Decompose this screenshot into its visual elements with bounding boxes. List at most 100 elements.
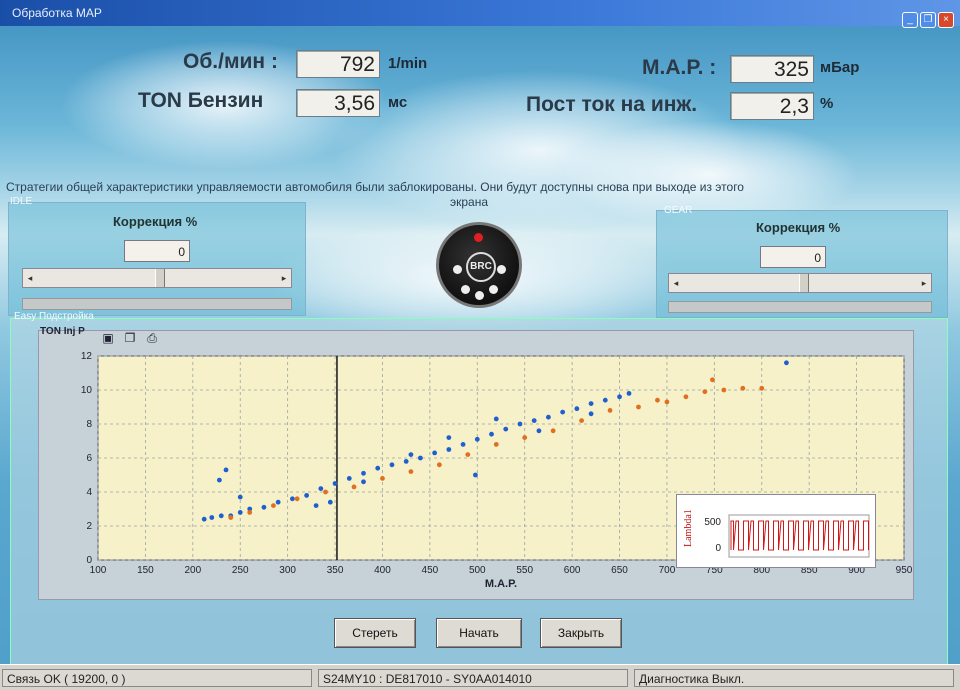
- data-point-blue: [237, 510, 243, 515]
- led-icon: [453, 265, 462, 274]
- y-tick-label: 0: [86, 555, 92, 566]
- scroll-left-icon[interactable]: ◂: [23, 269, 37, 287]
- data-point-blue: [237, 494, 243, 500]
- data-point-blue: [560, 409, 566, 415]
- data-point-blue: [446, 447, 452, 452]
- data-point-orange: [228, 515, 234, 520]
- map-unit: мБар: [820, 59, 860, 76]
- x-tick-label: 650: [611, 565, 628, 576]
- x-axis-label: M.A.P.: [485, 578, 517, 590]
- data-point-orange: [664, 399, 670, 405]
- erase-button[interactable]: Стереть: [334, 618, 416, 648]
- close-icon[interactable]: ×: [938, 12, 954, 28]
- title-bar: Обработка MAP _ ❐ ×: [0, 0, 960, 28]
- data-point-blue: [375, 465, 381, 471]
- data-point-blue: [503, 426, 509, 432]
- data-point-orange: [380, 476, 385, 481]
- data-point-blue: [574, 406, 580, 412]
- data-point-orange: [702, 389, 708, 395]
- data-point-blue: [602, 397, 608, 403]
- data-point-orange: [740, 385, 746, 391]
- x-tick-label: 150: [137, 565, 154, 576]
- data-point-blue: [318, 486, 324, 491]
- idle-panel-title: IDLE: [10, 196, 33, 207]
- data-point-blue: [588, 411, 594, 417]
- rpm-value: 792: [296, 50, 380, 78]
- data-point-blue: [460, 442, 466, 447]
- y-tick-label: 8: [86, 419, 92, 430]
- close-button[interactable]: Закрыть: [540, 618, 622, 648]
- lambda-tick-label: 0: [715, 543, 721, 554]
- data-point-orange: [721, 387, 727, 393]
- lambda-label: Lambda1: [683, 509, 694, 547]
- data-point-blue: [361, 470, 366, 476]
- data-point-blue: [432, 450, 438, 456]
- x-tick-label: 550: [516, 565, 533, 576]
- ton-value: 3,56: [296, 89, 380, 117]
- y-tick-label: 6: [86, 453, 92, 464]
- ton-label: TON Бензин: [138, 89, 264, 112]
- status-led-icon: [474, 233, 483, 242]
- lock-message-tail: экрана: [450, 195, 489, 209]
- x-tick-label: 450: [422, 565, 439, 576]
- data-point-orange: [493, 442, 499, 447]
- data-point-blue: [517, 421, 523, 427]
- ton-unit: мс: [388, 94, 408, 111]
- led-icon: [475, 291, 484, 300]
- easy-tuning-title: Easy Подстройка: [14, 311, 94, 322]
- data-point-blue: [588, 401, 594, 406]
- slider-thumb[interactable]: [799, 274, 809, 292]
- idle-correction-slider[interactable]: ◂ ▸: [22, 268, 292, 288]
- x-tick-label: 700: [659, 565, 676, 576]
- data-point-blue: [332, 481, 338, 486]
- data-point-blue: [418, 455, 423, 461]
- idle-correction-value[interactable]: 0: [124, 240, 190, 262]
- save-icon[interactable]: ▣: [100, 330, 116, 346]
- data-point-blue: [493, 416, 499, 422]
- x-tick-label: 950: [896, 565, 912, 576]
- inj-label: Пост ток на инж.: [526, 93, 698, 116]
- gear-correction-value[interactable]: 0: [760, 246, 826, 268]
- gear-correction-slider[interactable]: ◂ ▸: [668, 273, 932, 293]
- data-point-blue: [536, 428, 542, 434]
- minimize-icon[interactable]: _: [902, 12, 918, 28]
- y-tick-label: 2: [86, 521, 92, 532]
- map-label: M.A.P. :: [642, 56, 717, 79]
- data-point-blue: [304, 493, 310, 498]
- print-icon[interactable]: ⎙: [144, 330, 160, 346]
- gear-correction-label: Коррекция %: [756, 220, 841, 235]
- slider-thumb[interactable]: [155, 269, 165, 287]
- data-point-orange: [436, 462, 442, 468]
- led-icon: [489, 285, 498, 294]
- idle-button-strip[interactable]: [22, 298, 292, 310]
- restore-icon[interactable]: ❐: [920, 12, 936, 28]
- scroll-left-icon[interactable]: ◂: [669, 274, 683, 292]
- scroll-right-icon[interactable]: ▸: [277, 269, 291, 287]
- lambda-tick-label: 500: [704, 517, 721, 528]
- rpm-unit: 1/min: [388, 55, 428, 72]
- data-point-blue: [626, 391, 632, 396]
- data-point-blue: [472, 472, 478, 478]
- gear-button-strip[interactable]: [668, 301, 932, 313]
- y-tick-label: 10: [81, 385, 93, 396]
- y-tick-label: 12: [81, 351, 93, 362]
- status-ident: S24MY10 : DE817010 - SY0AA014010: [318, 669, 628, 687]
- data-point-blue: [389, 462, 395, 468]
- data-point-blue: [446, 435, 452, 440]
- chart-label: TON Inj P: [40, 326, 85, 337]
- data-point-blue: [531, 418, 537, 423]
- data-point-orange: [323, 489, 328, 495]
- main-window: Обработка MAP _ ❐ × Об./мин : 792 1/min …: [0, 0, 960, 690]
- copy-icon[interactable]: ❐: [122, 330, 138, 346]
- start-button[interactable]: Начать: [436, 618, 522, 648]
- inj-value: 2,3: [730, 92, 814, 120]
- status-bar: Связь OK ( 19200, 0 ) S24MY10 : DE817010…: [0, 664, 960, 690]
- data-point-orange: [271, 503, 276, 508]
- led-icon: [461, 285, 470, 294]
- scroll-right-icon[interactable]: ▸: [917, 274, 931, 292]
- lambda-inset-chart: Lambda1 500 0: [676, 494, 876, 568]
- data-point-blue: [474, 436, 480, 442]
- inj-unit: %: [820, 95, 834, 112]
- status-connection: Связь OK ( 19200, 0 ): [2, 669, 312, 687]
- data-point-orange: [683, 394, 689, 400]
